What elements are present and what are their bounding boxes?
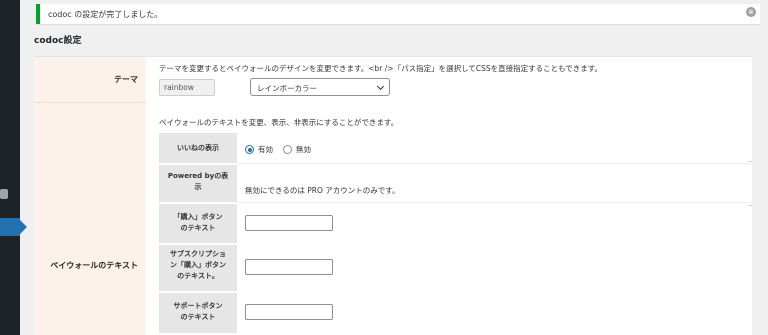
admin-menu-icon[interactable] xyxy=(0,189,8,199)
theme-description: テーマを変更するとペイウォールのデザインを変更できます。<br />「パス指定」… xyxy=(159,64,603,73)
like-display-label: いいねの表示 xyxy=(177,144,219,152)
support-button-text-input[interactable] xyxy=(245,304,333,320)
active-menu-arrow-icon xyxy=(20,220,27,234)
row-divider xyxy=(159,291,237,293)
buy-button-text-input[interactable] xyxy=(245,215,333,231)
row-divider xyxy=(159,202,237,204)
settings-label-column: テーマ ペイウォールのテキスト xyxy=(34,57,146,335)
notice-text: codoc の設定が完了しました。 xyxy=(48,10,163,19)
powered-by-label: Powered byの表示 xyxy=(167,172,229,191)
paywall-text-row-label: ペイウォールのテキスト xyxy=(50,261,138,270)
admin-sidebar xyxy=(0,0,27,335)
chevron-down-icon xyxy=(376,82,385,91)
row-divider xyxy=(159,243,237,245)
settings-form: テーマ ペイウォールのテキスト テーマを変更するとペイウォールのデザインを変更で… xyxy=(34,56,754,335)
subscription-buy-button-text-input[interactable] xyxy=(245,259,333,275)
theme-row-label: テーマ xyxy=(114,75,138,84)
theme-select[interactable]: レインボーカラー xyxy=(250,78,390,96)
support-button-text-label: サポートボタンのテキスト xyxy=(173,302,223,321)
dismiss-notice-icon[interactable]: ⊗ xyxy=(746,7,756,17)
theme-name-input[interactable]: rainbow xyxy=(159,79,215,96)
admin-menu-active-item[interactable] xyxy=(0,218,27,236)
radio-enabled-label: 有効 xyxy=(258,145,273,154)
row-divider xyxy=(34,102,146,103)
row-divider xyxy=(159,163,237,165)
radio-disabled-label: 無効 xyxy=(296,145,311,154)
row-divider xyxy=(237,202,754,203)
success-notice: codoc の設定が完了しました。 ⊗ xyxy=(36,4,760,24)
radio-enabled[interactable] xyxy=(245,145,254,154)
theme-select-value: レインボーカラー xyxy=(257,84,317,93)
powered-by-note: 無効にできるのは PRO アカウントのみです。 xyxy=(245,186,400,195)
buy-button-text-label: 「購入」ボタンのテキスト xyxy=(173,213,223,232)
page-title: codoc設定 xyxy=(34,36,82,46)
like-display-radio-group: 有効 無効 xyxy=(245,144,317,155)
row-divider xyxy=(237,163,754,164)
subscription-buy-button-text-label: サブスクリプション「購入」ボタンのテキスト。 xyxy=(170,250,226,280)
radio-disabled[interactable] xyxy=(283,145,292,154)
paywall-text-table: いいねの表示 有効 無効 Powered byの表示 無効にできるのは PRO … xyxy=(159,133,754,335)
paywall-description: ペイウォールのテキストを変更、表示、非表示にすることができます。 xyxy=(159,118,399,127)
